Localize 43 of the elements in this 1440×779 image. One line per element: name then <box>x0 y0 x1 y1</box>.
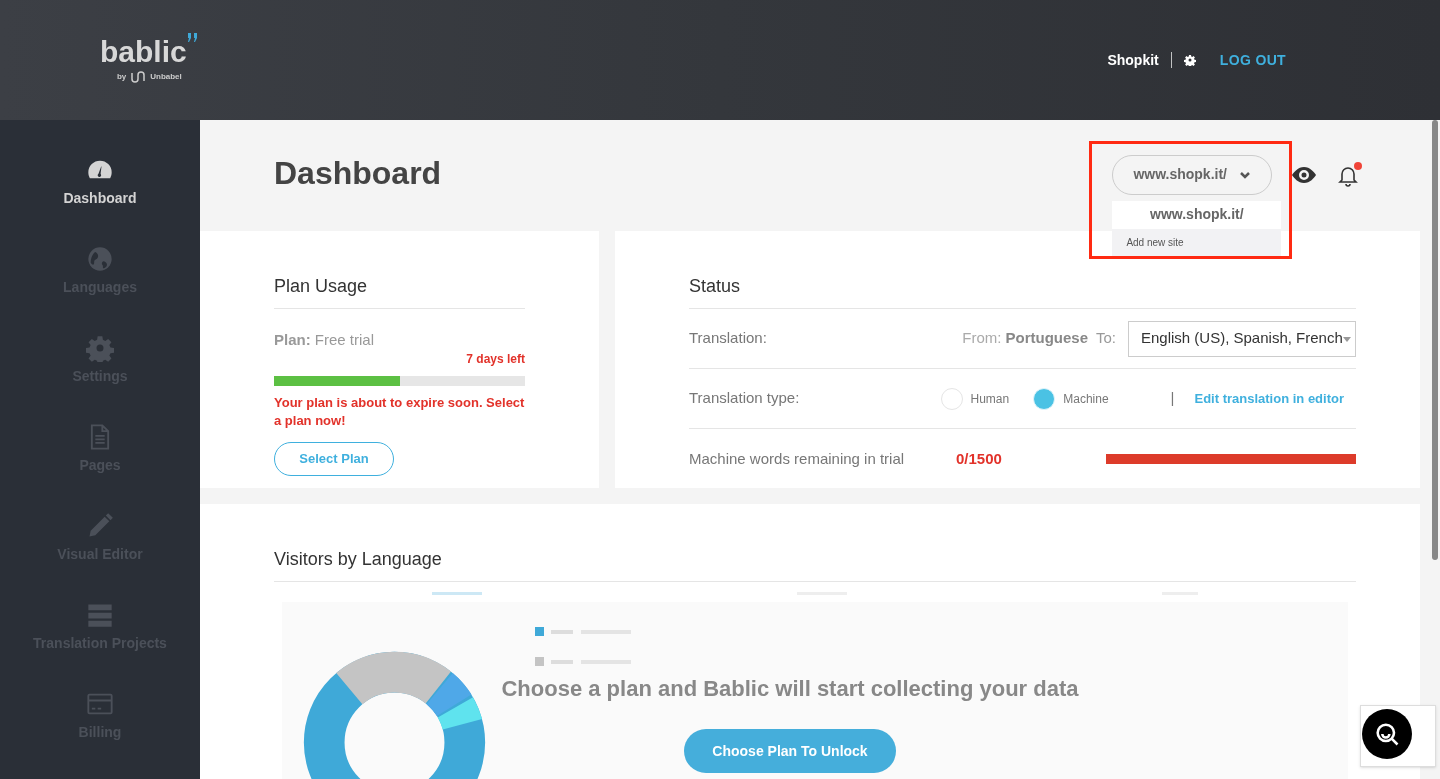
words-remaining-label: Machine words remaining in trial <box>689 448 906 469</box>
target-languages-select[interactable]: English (US), Spanish, French <box>1128 320 1356 357</box>
to-label: To: <box>1096 328 1116 349</box>
user-name[interactable]: Shopkit <box>1107 49 1159 71</box>
logout-link[interactable]: LOG OUT <box>1219 49 1286 71</box>
translation-type-label: Translation type: <box>689 388 800 409</box>
radio-button[interactable] <box>1033 387 1056 410</box>
page-title: Dashboard <box>274 153 442 193</box>
gear-icon <box>86 334 114 362</box>
from-language: Portuguese <box>1005 328 1088 349</box>
plan-warning-text: Your plan is about to expire soon. Select a plan now! <box>274 393 525 430</box>
globe-icon <box>86 245 114 273</box>
card-title: Status <box>689 273 1356 309</box>
dropdown-option[interactable]: www.shopk.it/ <box>1112 200 1282 229</box>
blurred-tab-drawing <box>431 592 482 595</box>
quote-mark-icon <box>186 33 199 45</box>
logo-by-text: by <box>116 71 127 83</box>
search-icon <box>1373 720 1401 748</box>
settings-icon[interactable] <box>1183 54 1196 66</box>
logo-text: bablic <box>100 37 187 67</box>
logo-company-text: Unbabel <box>150 71 182 83</box>
from-label: From: <box>962 328 1002 349</box>
site-dropdown[interactable]: www.shopk.it/ <box>1112 154 1272 195</box>
plan-value: Free trial <box>314 331 375 348</box>
eye-icon[interactable] <box>1292 164 1316 185</box>
unbabel-logo-icon <box>130 71 147 83</box>
edit-in-editor-link[interactable]: Edit translation in editor <box>1194 388 1344 409</box>
words-remaining-count: 0/1500 <box>956 448 1003 469</box>
dropdown-option[interactable]: Add new site <box>1112 228 1282 257</box>
card-title: Visitors by Language <box>274 546 1356 582</box>
radio-label: Machine <box>1063 390 1109 408</box>
unlock-button[interactable]: Choose Plan To Unlock <box>684 729 896 773</box>
dropdown-arrow-icon <box>1343 334 1351 343</box>
sidebar-item[interactable]: Dashboard <box>63 156 137 245</box>
days-left-text: 7 days left <box>466 350 525 368</box>
translation-label: Translation: <box>689 328 767 349</box>
radio-label: Human <box>970 390 1010 408</box>
separator-text: | <box>1170 388 1175 409</box>
plan-label: Plan: <box>274 331 311 348</box>
locked-data-message: Choose a plan and Bablic will start collecting your data <box>501 675 1079 703</box>
radio-button[interactable] <box>940 387 963 410</box>
card-title: Plan Usage <box>274 273 525 309</box>
scrollbar[interactable] <box>1432 120 1438 560</box>
